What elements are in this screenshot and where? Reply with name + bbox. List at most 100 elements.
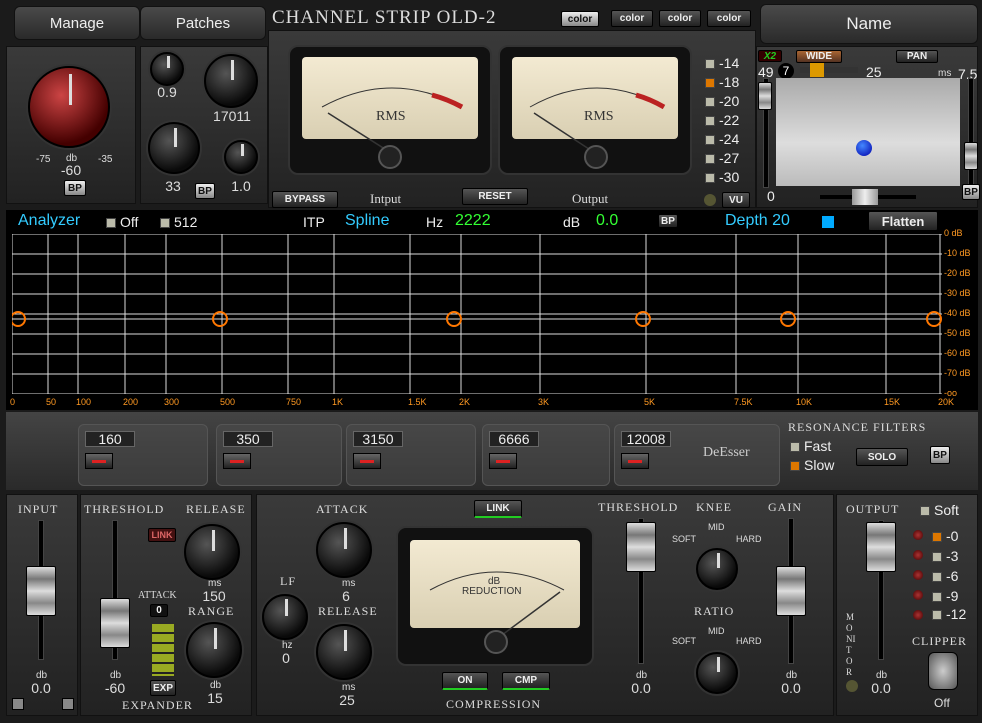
color-button-2[interactable]: color [611,10,653,27]
band-4-freq[interactable]: 6666 [489,431,539,447]
analyzer-resolution[interactable]: 512 [160,214,197,230]
fast-option[interactable]: Fast [790,438,831,454]
output-level-option[interactable]: -6 [932,568,958,584]
input-link-icon-right[interactable] [62,698,74,710]
wide-button[interactable]: WIDE [796,50,842,63]
freq-tick-label: 15K [884,397,901,407]
band-5-deesser[interactable]: 12008 DeEsser [614,424,780,486]
knob-q[interactable] [150,52,184,86]
pan-horizontal-slider[interactable] [820,189,916,205]
output-level-option[interactable]: -9 [932,588,958,604]
hz-value[interactable]: 2222 [455,212,491,230]
knob-low[interactable] [148,122,200,174]
lf-knob[interactable] [262,594,308,640]
db-tick-label: -40 dB [944,308,971,318]
threshold-fader-cap[interactable] [100,598,130,648]
level-option[interactable]: -14 [705,55,739,71]
band-1-freq[interactable]: 160 [85,431,135,447]
comp-on-button[interactable]: ON [442,672,488,690]
band-1[interactable]: 160 [78,424,208,486]
release-knob[interactable] [184,524,240,580]
input-link-icon-left[interactable] [12,698,24,710]
band-2-freq[interactable]: 350 [223,431,273,447]
range-knob[interactable] [186,622,242,678]
level-option[interactable]: -22 [705,112,739,128]
comp-release-knob[interactable] [316,624,372,680]
band-3-freq[interactable]: 3150 [353,431,403,447]
monitor-led[interactable] [846,680,858,692]
ratio-knob[interactable] [696,652,738,694]
color-button-4[interactable]: color [707,10,751,27]
depth-label[interactable]: Depth 20 [725,212,790,230]
spline-selector[interactable]: Spline [345,212,389,230]
resonance-filters-label: RESONANCE FILTERS [788,420,927,434]
expander-link-button[interactable]: LINK [148,528,176,542]
pan-button[interactable]: PAN [896,50,938,63]
input-gain-knob[interactable] [28,66,110,148]
left-slider-cap[interactable] [758,82,772,110]
gain-fader-cap[interactable] [776,566,806,616]
level-option[interactable]: -27 [705,150,739,166]
input-fader-cap[interactable] [26,566,56,616]
solo-button[interactable]: SOLO [856,448,908,466]
level-option[interactable]: -30 [705,169,739,185]
band-1-toggle[interactable] [85,453,113,469]
knee-mid: MID [708,522,725,532]
x2-button[interactable]: X2 [758,50,782,62]
exp-attack-value[interactable]: 0 [150,604,168,617]
band-3-toggle[interactable] [353,453,381,469]
flatten-button[interactable]: Flatten [868,211,938,231]
right-vertical-slider[interactable] [968,78,974,188]
color-button-1[interactable]: color [561,11,599,27]
output-level-option[interactable]: -12 [932,606,966,622]
level-option[interactable]: -20 [705,93,739,109]
bands-bp-button[interactable]: BP [930,446,950,464]
band-3[interactable]: 3150 [346,424,476,486]
band-2[interactable]: 350 [216,424,342,486]
right-slider-cap[interactable] [964,142,978,170]
vu-button[interactable]: VU [722,192,750,208]
output-level-option[interactable]: -3 [932,548,958,564]
manage-tab[interactable]: Manage [14,6,140,40]
clipper-switch[interactable] [928,652,958,690]
output-level-option[interactable]: -0 [932,528,958,544]
analyzer-bp-button[interactable]: BP [658,214,678,228]
comp-threshold-fader-cap[interactable] [626,522,656,572]
db-tick-label: -30 dB [944,288,971,298]
filter-bp-button[interactable]: BP [195,183,215,199]
comp-attack-value: 6 [342,588,350,604]
band-4[interactable]: 6666 [482,424,610,486]
bypass-button[interactable]: BYPASS [272,191,338,208]
level-option[interactable]: -24 [705,131,739,147]
knee-knob[interactable] [696,548,738,590]
pan-position-ball[interactable] [856,140,872,156]
width-slider[interactable] [800,63,858,77]
width-pointer[interactable]: 7 [778,63,794,79]
pan-bp-button[interactable]: BP [962,184,980,200]
band-5-toggle[interactable] [621,453,649,469]
comp-attack-knob[interactable] [316,522,372,578]
band-2-toggle[interactable] [223,453,251,469]
knob-freq[interactable] [204,54,258,108]
eq-graph[interactable] [12,234,944,394]
level-option[interactable]: -18 [705,74,739,90]
stereo-room-display[interactable] [776,78,960,186]
patches-tab[interactable]: Patches [140,6,266,40]
input-bp-button[interactable]: BP [64,180,86,196]
cmp-button[interactable]: CMP [502,672,550,690]
reset-button[interactable]: RESET [462,188,528,205]
analyzer-off-toggle[interactable]: Off [106,214,138,230]
band-4-toggle[interactable] [489,453,517,469]
output-led [913,570,923,580]
soft-clip-toggle[interactable]: Soft [920,502,959,518]
exp-button[interactable]: EXP [150,680,176,696]
db-value[interactable]: 0.0 [596,212,618,230]
comp-attack-label: ATTACK [316,502,369,516]
knob-high[interactable] [224,140,258,174]
output-fader-cap[interactable] [866,522,896,572]
color-button-3[interactable]: color [659,10,701,27]
comp-link-button[interactable]: LINK [474,500,522,518]
preset-name[interactable]: Name [760,4,978,44]
band-5-freq[interactable]: 12008 [621,431,671,447]
slow-option[interactable]: Slow [790,457,834,473]
